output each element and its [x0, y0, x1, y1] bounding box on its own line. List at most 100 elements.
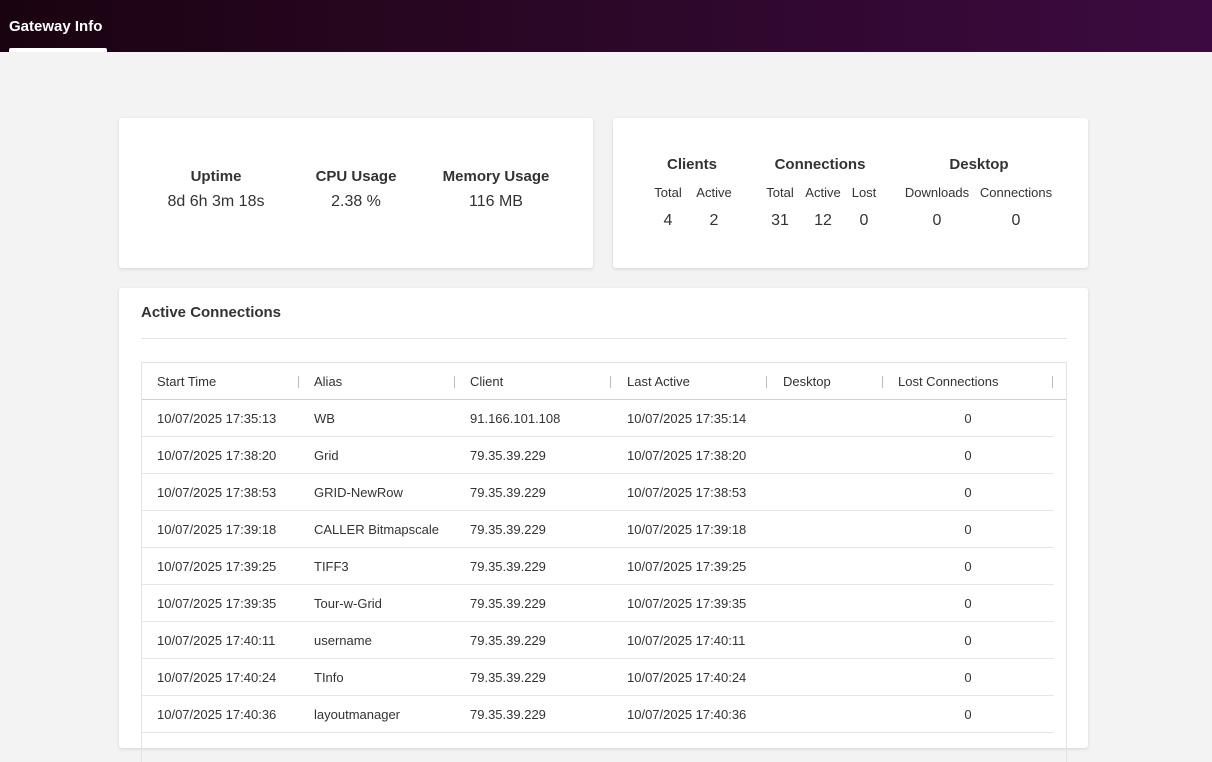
alias-cell: TIFF3	[314, 559, 349, 574]
title-divider	[141, 338, 1067, 339]
memory-usage-label: Memory Usage	[442, 168, 550, 185]
table-row[interactable]: 10/07/2025 17:39:35 Tour-w-Grid 79.35.39.2…	[142, 585, 1054, 622]
alias-cell: Grid	[314, 448, 339, 463]
alias-cell: username	[314, 633, 372, 648]
desktop-connections-label: Connections	[979, 185, 1053, 200]
last-active-cell: 10/07/2025 17:39:35	[627, 596, 747, 611]
memory-usage-stat: Memory Usage 116 MB	[421, 168, 571, 211]
active-connections-card: Active Connections Start Time Alias Clie…	[119, 288, 1088, 762]
lost-connections-cell: 0	[964, 670, 972, 685]
table-row[interactable]: 10/07/2025 17:40:24 TInfo 79.35.39.229 10/0…	[142, 659, 1054, 696]
desktop-title: Desktop	[949, 156, 1009, 173]
client-cell: 79.35.39.229	[470, 596, 546, 611]
column-resize-handle[interactable]	[298, 376, 299, 388]
grid-header: Start Time Alias Client Last Active Desk…	[142, 363, 1066, 400]
client-cell: 79.35.39.229	[470, 559, 546, 574]
connections-lost-label: Lost	[851, 185, 877, 200]
desktop-downloads-value: 0	[932, 212, 942, 229]
desktop-downloads-label: Downloads	[904, 185, 970, 200]
table-row[interactable]: 10/07/2025 17:38:20 Grid 79.35.39.229 10/07…	[142, 437, 1054, 474]
last-active-cell: 10/07/2025 17:39:25	[627, 559, 747, 574]
cpu-usage-label: CPU Usage	[315, 168, 397, 185]
start-time-cell: 10/07/2025 17:39:18	[157, 522, 277, 537]
alias-cell: Tour-w-Grid	[314, 596, 382, 611]
top-bar: Gateway Info	[0, 0, 1212, 52]
client-cell: 91.166.101.108	[470, 411, 561, 426]
active-connections-title: Active Connections	[141, 304, 282, 321]
cpu-usage-stat: CPU Usage 2.38 %	[281, 168, 431, 211]
last-active-cell: 10/07/2025 17:39:18	[627, 522, 747, 537]
uptime-value: 8d 6h 3m 18s	[167, 193, 265, 210]
client-cell: 79.35.39.229	[470, 633, 546, 648]
last-active-cell: 10/07/2025 17:38:20	[627, 448, 747, 463]
memory-usage-value: 116 MB	[469, 193, 523, 210]
start-time-cell: 10/07/2025 17:40:36	[157, 707, 277, 722]
client-cell: 79.35.39.229	[470, 707, 546, 722]
lost-connections-cell: 0	[964, 559, 972, 574]
column-resize-handle[interactable]	[610, 376, 611, 388]
start-time-cell: 10/07/2025 17:39:35	[157, 596, 277, 611]
clients-title: Clients	[666, 156, 718, 173]
lost-connections-cell: 0	[964, 485, 972, 500]
clients-total-value: 4	[663, 212, 673, 229]
alias-cell: GRID-NewRow	[314, 485, 403, 500]
column-header-alias[interactable]: Alias	[314, 374, 342, 389]
uptime-stat: Uptime 8d 6h 3m 18s	[141, 168, 291, 211]
alias-cell: layoutmanager	[314, 707, 400, 722]
table-row[interactable]: 10/07/2025 17:38:53 GRID-NewRow 79.35.39.2…	[142, 474, 1054, 511]
counts-card: Clients Total Active 4 2 Connections Tot…	[613, 118, 1088, 268]
connections-title: Connections	[774, 156, 866, 173]
active-connections-grid: Start Time Alias Client Last Active Desk…	[141, 362, 1067, 762]
table-row[interactable]: 10/07/2025 17:40:11 username 79.35.39.229 1…	[142, 622, 1054, 659]
last-active-cell: 10/07/2025 17:38:53	[627, 485, 747, 500]
column-header-start-time[interactable]: Start Time	[157, 374, 216, 389]
column-header-client[interactable]: Client	[470, 374, 503, 389]
connections-total-value: 31	[771, 212, 789, 229]
column-header-desktop[interactable]: Desktop	[783, 374, 831, 389]
start-time-cell: 10/07/2025 17:39:25	[157, 559, 277, 574]
column-header-last-active[interactable]: Last Active	[627, 374, 690, 389]
table-row[interactable]: 10/07/2025 17:39:18 CALLER Bitmapscale 79.…	[142, 511, 1054, 548]
cpu-usage-value: 2.38 %	[331, 193, 381, 210]
connections-active-label: Active	[805, 185, 841, 200]
tab-gateway-info-label: Gateway Info	[9, 17, 103, 35]
lost-connections-cell: 0	[964, 448, 972, 463]
lost-connections-cell: 0	[964, 596, 972, 611]
system-stats-card: Uptime 8d 6h 3m 18s CPU Usage 2.38 % Mem…	[119, 118, 593, 268]
start-time-cell: 10/07/2025 17:38:20	[157, 448, 277, 463]
alias-cell: TInfo	[314, 670, 344, 685]
start-time-cell: 10/07/2025 17:40:11	[157, 633, 276, 648]
start-time-cell: 10/07/2025 17:35:13	[157, 411, 277, 426]
alias-cell: CALLER Bitmapscale	[314, 522, 439, 537]
column-resize-handle[interactable]	[766, 376, 767, 388]
last-active-cell: 10/07/2025 17:40:36	[627, 707, 747, 722]
clients-active-label: Active	[696, 185, 732, 200]
client-cell: 79.35.39.229	[470, 448, 546, 463]
column-resize-handle[interactable]	[454, 376, 455, 388]
client-cell: 79.35.39.229	[470, 485, 546, 500]
alias-cell: WB	[314, 411, 335, 426]
lost-connections-cell: 0	[964, 707, 972, 722]
client-cell: 79.35.39.229	[470, 670, 546, 685]
last-active-cell: 10/07/2025 17:40:24	[627, 670, 747, 685]
last-active-cell: 10/07/2025 17:40:11	[627, 633, 746, 648]
last-active-cell: 10/07/2025 17:35:14	[627, 411, 747, 426]
column-header-lost-connections[interactable]: Lost Connections	[898, 374, 998, 389]
column-resize-handle[interactable]	[1052, 376, 1053, 388]
start-time-cell: 10/07/2025 17:38:53	[157, 485, 277, 500]
connections-total-label: Total	[766, 185, 794, 200]
column-resize-handle[interactable]	[882, 376, 883, 388]
lost-connections-cell: 0	[964, 522, 972, 537]
clients-total-label: Total	[654, 185, 682, 200]
table-row[interactable]: 10/07/2025 17:40:36 layoutmanager 79.35.39…	[142, 696, 1054, 733]
start-time-cell: 10/07/2025 17:40:24	[157, 670, 277, 685]
connections-active-value: 12	[814, 212, 832, 229]
lost-connections-cell: 0	[964, 411, 972, 426]
table-row[interactable]: 10/07/2025 17:35:13 WB 91.166.101.108 10/07…	[142, 400, 1054, 437]
tab-gateway-info[interactable]: Gateway Info	[0, 0, 116, 52]
uptime-label: Uptime	[190, 168, 242, 185]
desktop-connections-value: 0	[1011, 212, 1021, 229]
table-row[interactable]: 10/07/2025 17:39:25 TIFF3 79.35.39.229 10/0…	[142, 548, 1054, 585]
client-cell: 79.35.39.229	[470, 522, 546, 537]
connections-lost-value: 0	[859, 212, 869, 229]
